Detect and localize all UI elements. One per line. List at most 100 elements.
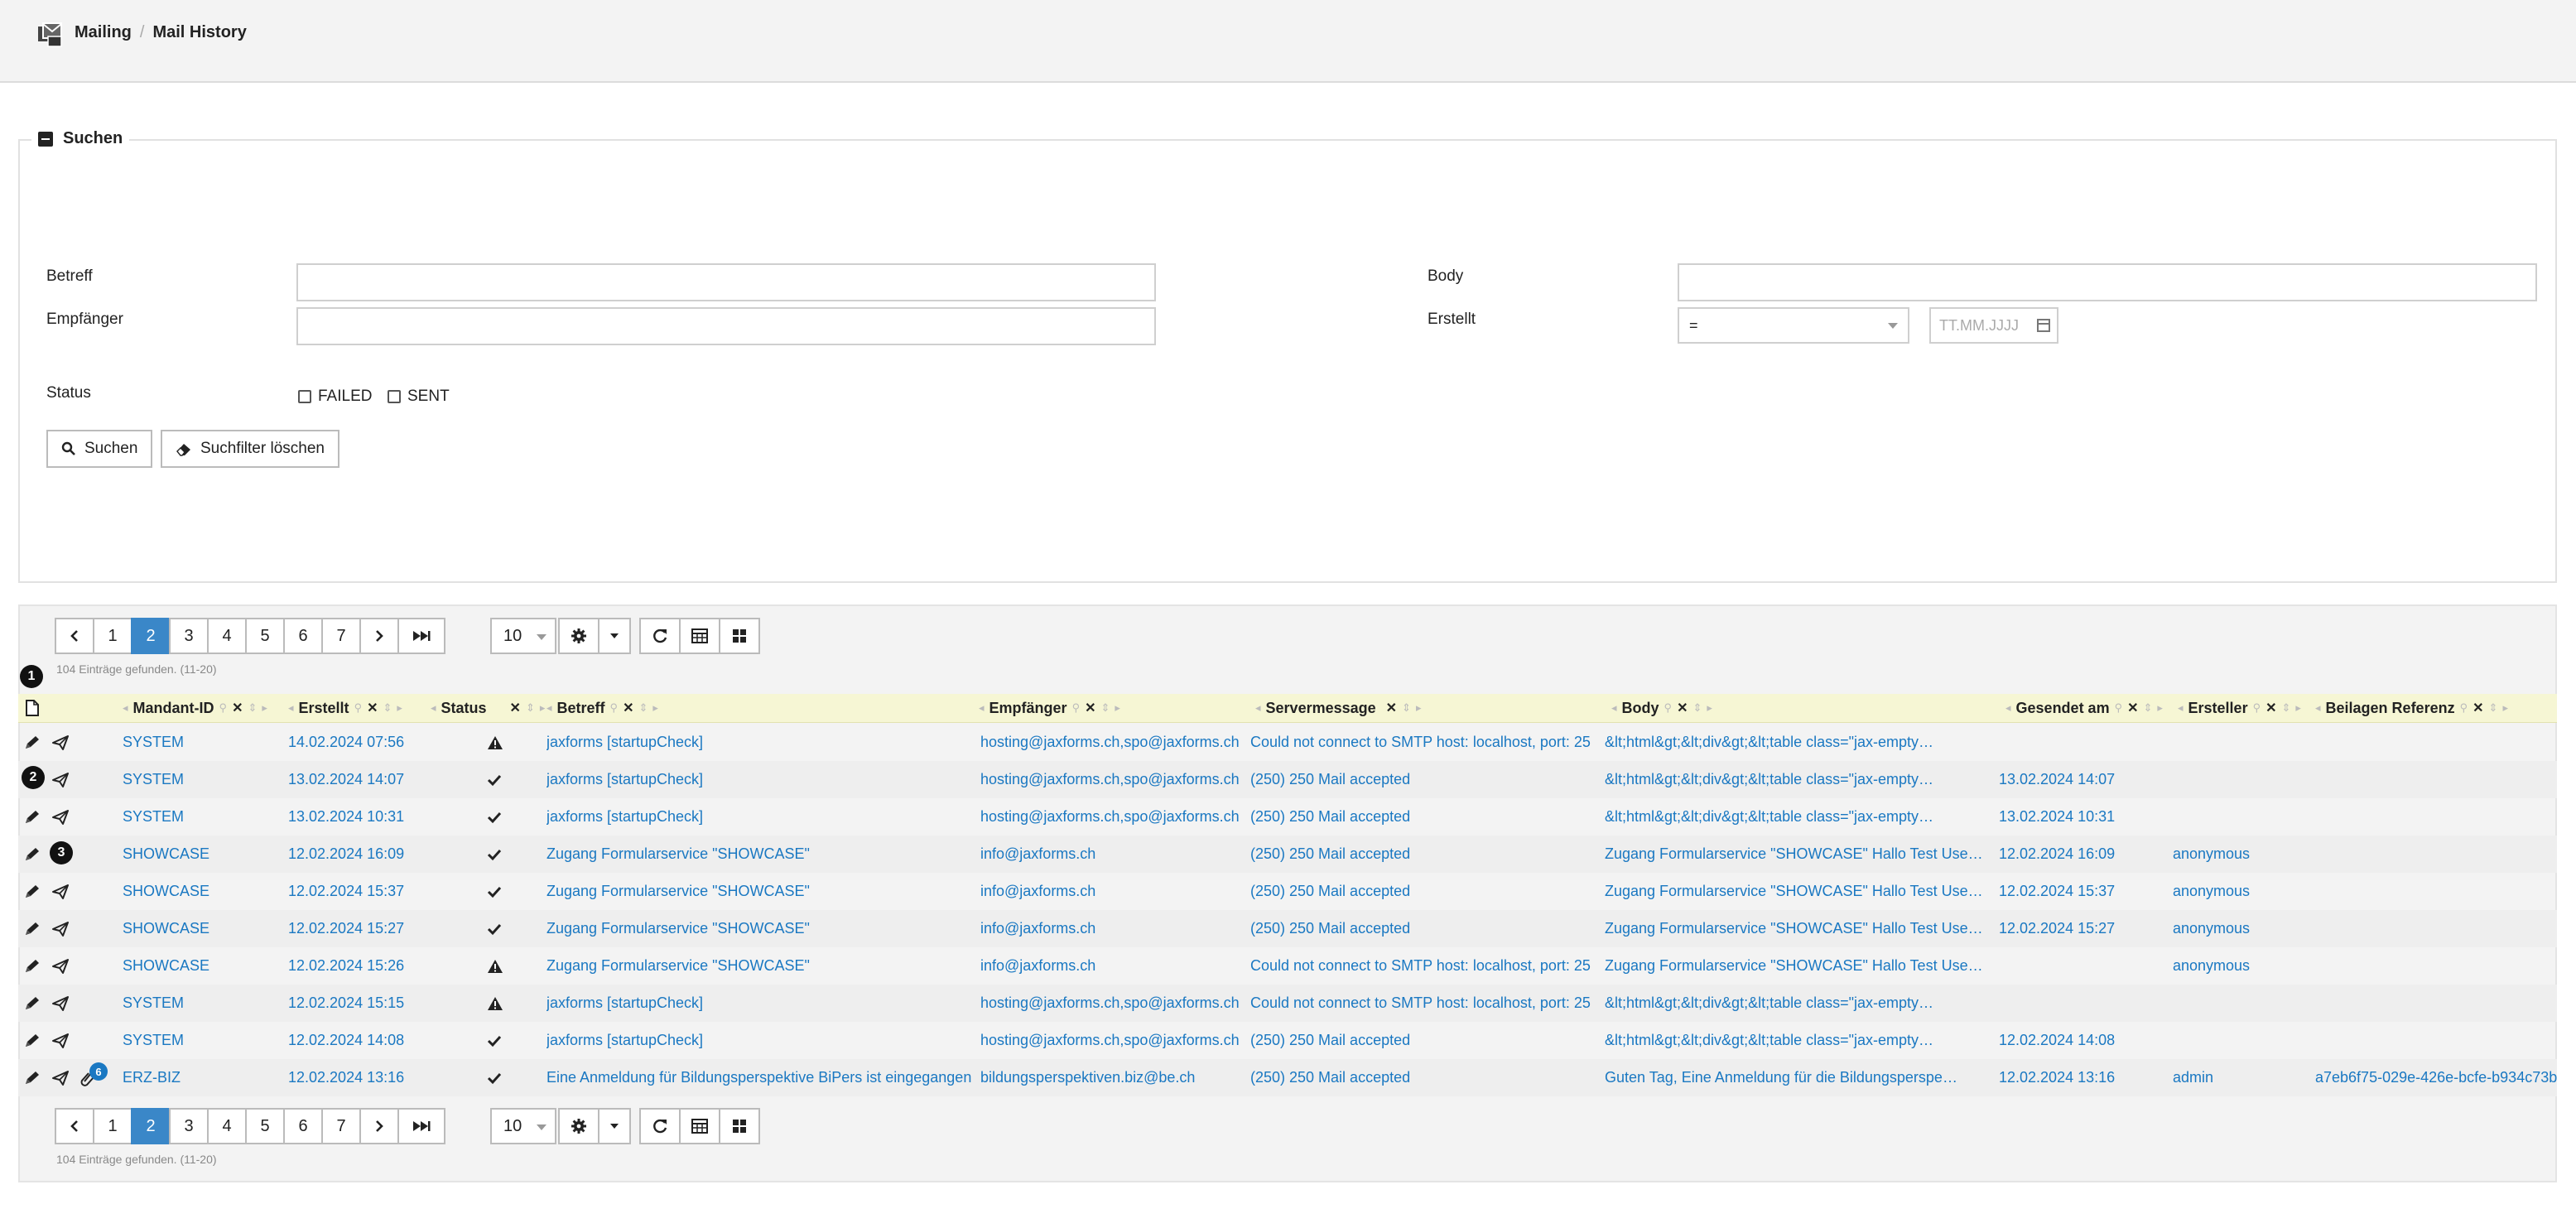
edit-pencil-icon[interactable]	[23, 846, 41, 863]
cell-body[interactable]: &lt;html&gt;&lt;div&gt;&lt;table class="…	[1605, 798, 1933, 836]
cell-ersteller[interactable]: anonymous	[2173, 836, 2250, 873]
cell-body[interactable]: &lt;html&gt;&lt;div&gt;&lt;table class="…	[1605, 1022, 1933, 1059]
cell-betreff[interactable]: jaxforms [startupCheck]	[546, 761, 703, 798]
col-move-right-icon[interactable]: ▸	[397, 701, 402, 715]
cell-gesendet[interactable]: 12.02.2024 13:16	[1999, 1059, 2115, 1096]
table-row[interactable]: SYSTEM 14.02.2024 07:56 jaxforms [startupC…	[18, 724, 2557, 761]
col-move-right-icon[interactable]: ▸	[2502, 701, 2508, 715]
cell-ersteller[interactable]: anonymous	[2173, 947, 2250, 985]
column-header-erstellt[interactable]: ◂ Erstellt ⚲ ✕ ⇕ ▸	[288, 694, 402, 722]
col-move-right-icon[interactable]: ▸	[2295, 701, 2301, 715]
cell-ersteller[interactable]: anonymous	[2173, 910, 2250, 947]
cell-servermessage[interactable]: Could not connect to SMTP host: localhos…	[1250, 947, 1591, 985]
resend-paper-plane-icon[interactable]	[51, 1033, 70, 1049]
sort-icon[interactable]: ⇕	[1402, 701, 1411, 715]
clear-filter-icon[interactable]: ✕	[2265, 700, 2276, 716]
resend-paper-plane-icon[interactable]	[51, 1070, 70, 1086]
cell-servermessage[interactable]: (250) 250 Mail accepted	[1250, 910, 1410, 947]
search-legend[interactable]: Suchen	[31, 129, 130, 148]
collapse-icon[interactable]	[38, 131, 53, 147]
status-failed-checkbox[interactable]: FAILED	[298, 388, 372, 406]
sort-icon[interactable]: ⇕	[2144, 701, 2153, 715]
table-row[interactable]: SYSTEM 13.02.2024 14:07 jaxforms [startupC…	[18, 761, 2557, 798]
column-header-ersteller[interactable]: ◂ Ersteller ⚲ ✕ ⇕ ▸	[2178, 694, 2301, 722]
col-move-left-icon[interactable]: ◂	[288, 701, 294, 715]
settings-dropdown-button[interactable]	[598, 618, 631, 654]
refresh-button[interactable]	[639, 618, 681, 654]
table-row[interactable]: SHOWCASE 12.02.2024 15:26 Zugang Formulars…	[18, 947, 2557, 985]
cell-empfaenger[interactable]: info@jaxforms.ch	[980, 910, 1095, 947]
cell-mandant[interactable]: ERZ-BIZ	[123, 1059, 181, 1096]
tile-view-button[interactable]	[719, 1108, 760, 1144]
cell-body[interactable]: Zugang Formularservice "SHOWCASE" Hallo …	[1605, 947, 1983, 985]
cell-servermessage[interactable]: (250) 250 Mail accepted	[1250, 1022, 1410, 1059]
table-row[interactable]: SHOWCASE 12.02.2024 15:27 Zugang Formulars…	[18, 910, 2557, 947]
cell-erstellt[interactable]: 12.02.2024 15:26	[288, 947, 404, 985]
filter-search-icon[interactable]: ⚲	[610, 701, 619, 715]
cell-erstellt[interactable]: 13.02.2024 14:07	[288, 761, 404, 798]
settings-button[interactable]	[558, 1108, 599, 1144]
cell-erstellt[interactable]: 13.02.2024 10:31	[288, 798, 404, 836]
cell-gesendet[interactable]: 13.02.2024 10:31	[1999, 798, 2115, 836]
cell-empfaenger[interactable]: hosting@jaxforms.ch,spo@jaxforms.ch	[980, 724, 1240, 761]
clear-filter-icon[interactable]: ✕	[1085, 700, 1095, 716]
edit-pencil-icon[interactable]	[23, 958, 41, 975]
sort-icon[interactable]: ⇕	[2489, 701, 2498, 715]
sort-icon[interactable]: ⇕	[526, 701, 535, 715]
clear-filter-icon[interactable]: ✕	[367, 700, 378, 716]
column-header-betreff[interactable]: ◂ Betreff ⚲ ✕ ⇕ ▸	[546, 694, 658, 722]
filter-search-icon[interactable]: ⚲	[2115, 701, 2123, 715]
col-move-left-icon[interactable]: ◂	[1611, 701, 1617, 715]
table-row[interactable]: ERZ-BIZ 12.02.2024 13:16 Eine Anmeldung fü…	[18, 1059, 2557, 1096]
page-button-6[interactable]: 6	[283, 1108, 323, 1144]
cell-ersteller[interactable]: anonymous	[2173, 873, 2250, 910]
edit-pencil-icon[interactable]	[23, 884, 41, 900]
column-header-beilagen[interactable]: ◂ Beilagen Referenz ⚲ ✕ ⇕ ▸	[2315, 694, 2508, 722]
page-button-1[interactable]: 1	[93, 618, 132, 654]
cell-gesendet[interactable]: 13.02.2024 14:07	[1999, 761, 2115, 798]
cell-body[interactable]: Zugang Formularservice "SHOWCASE" Hallo …	[1605, 873, 1983, 910]
cell-erstellt[interactable]: 12.02.2024 15:37	[288, 873, 404, 910]
page-button-2[interactable]: 2	[131, 1108, 171, 1144]
next-page-button[interactable]	[359, 1108, 399, 1144]
cell-empfaenger[interactable]: hosting@jaxforms.ch,spo@jaxforms.ch	[980, 761, 1240, 798]
cell-empfaenger[interactable]: hosting@jaxforms.ch,spo@jaxforms.ch	[980, 798, 1240, 836]
settings-dropdown-button[interactable]	[598, 1108, 631, 1144]
sort-icon[interactable]: ⇕	[1692, 701, 1702, 715]
cell-ersteller[interactable]: admin	[2173, 1059, 2213, 1096]
filter-search-icon[interactable]: ⚲	[354, 701, 363, 715]
page-button-1[interactable]: 1	[93, 1108, 132, 1144]
table-row[interactable]: SYSTEM 13.02.2024 10:31 jaxforms [startupC…	[18, 798, 2557, 836]
table-row[interactable]: SYSTEM 12.02.2024 15:15 jaxforms [startupC…	[18, 985, 2557, 1022]
page-button-3[interactable]: 3	[169, 1108, 209, 1144]
column-header-gesendet[interactable]: ◂ Gesendet am ⚲ ✕ ⇕ ▸	[2005, 694, 2163, 722]
cell-erstellt[interactable]: 12.02.2024 16:09	[288, 836, 404, 873]
resend-paper-plane-icon[interactable]	[51, 734, 70, 751]
page-button-6[interactable]: 6	[283, 618, 323, 654]
cell-betreff[interactable]: jaxforms [startupCheck]	[546, 1022, 703, 1059]
cell-betreff[interactable]: jaxforms [startupCheck]	[546, 724, 703, 761]
prev-page-button[interactable]	[55, 618, 94, 654]
cell-betreff[interactable]: jaxforms [startupCheck]	[546, 985, 703, 1022]
betreff-input[interactable]	[296, 263, 1156, 301]
cell-servermessage[interactable]: (250) 250 Mail accepted	[1250, 761, 1410, 798]
cell-mandant[interactable]: SHOWCASE	[123, 873, 209, 910]
erstellt-date-input[interactable]: TT.MM.JJJJ	[1929, 307, 2058, 344]
col-move-left-icon[interactable]: ◂	[546, 701, 552, 715]
page-size-select[interactable]: 10	[490, 618, 556, 654]
settings-button[interactable]	[558, 618, 599, 654]
page-size-select[interactable]: 10	[490, 1108, 556, 1144]
body-input[interactable]	[1678, 263, 2537, 301]
cell-erstellt[interactable]: 12.02.2024 15:15	[288, 985, 404, 1022]
clear-filter-icon[interactable]: ✕	[232, 700, 243, 716]
filter-search-icon[interactable]: ⚲	[1072, 701, 1081, 715]
cell-mandant[interactable]: SHOWCASE	[123, 910, 209, 947]
cell-empfaenger[interactable]: hosting@jaxforms.ch,spo@jaxforms.ch	[980, 1022, 1240, 1059]
edit-pencil-icon[interactable]	[23, 1070, 41, 1086]
search-button[interactable]: Suchen	[46, 430, 153, 468]
column-header-status[interactable]: ◂ Status ✕ ⇕ ▸	[431, 694, 545, 722]
cell-gesendet[interactable]: 12.02.2024 15:27	[1999, 910, 2115, 947]
resend-paper-plane-icon[interactable]	[51, 772, 70, 788]
page-button-5[interactable]: 5	[245, 1108, 285, 1144]
prev-page-button[interactable]	[55, 1108, 94, 1144]
